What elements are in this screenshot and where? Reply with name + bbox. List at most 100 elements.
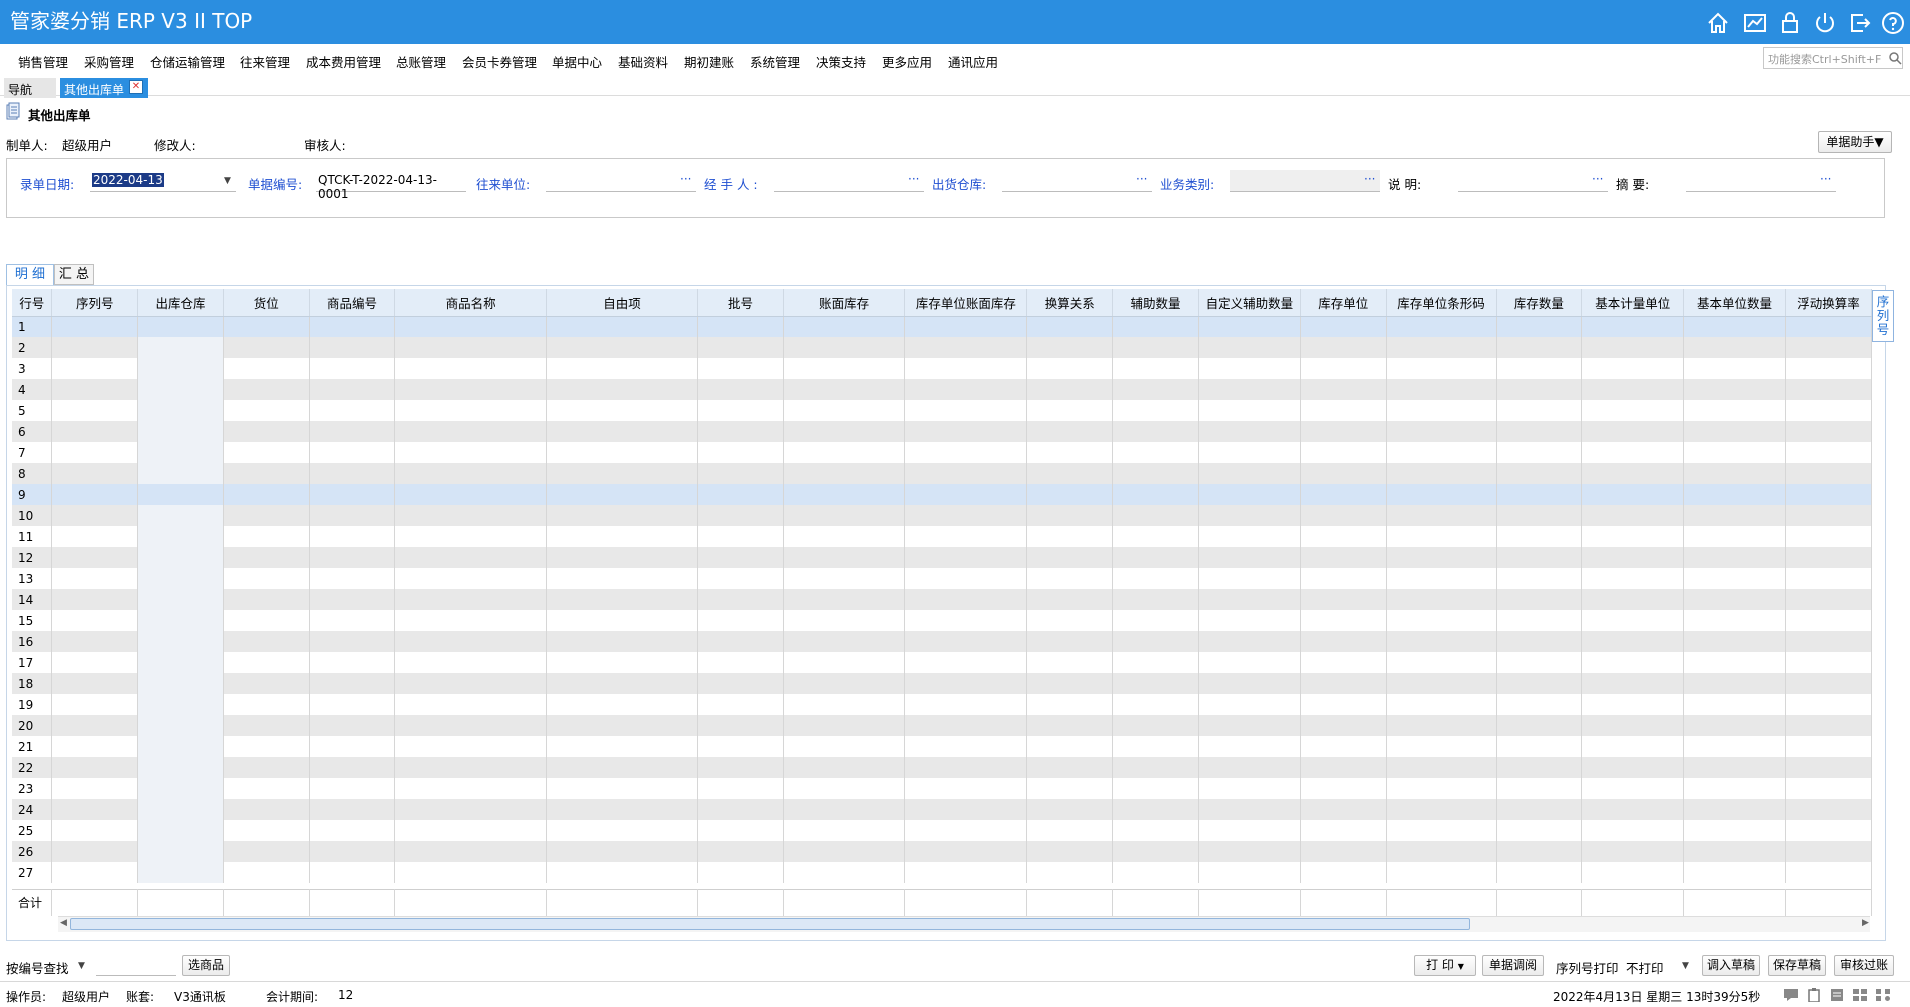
grid-cell[interactable] <box>51 463 139 484</box>
grid-cell[interactable] <box>1026 694 1114 715</box>
serial-number-side-tab[interactable]: 序列号 <box>1872 290 1894 342</box>
grid-cell[interactable] <box>1581 673 1685 694</box>
grid-cell[interactable] <box>546 652 699 673</box>
grid-cell[interactable] <box>1026 757 1114 778</box>
grid-cell[interactable] <box>546 820 699 841</box>
grid-cell[interactable] <box>546 463 699 484</box>
table-row[interactable]: 13 <box>12 568 1872 589</box>
clipboard-icon[interactable] <box>1806 988 1822 1003</box>
grid-cell[interactable] <box>697 442 784 463</box>
grid-cell[interactable] <box>1386 673 1497 694</box>
grid-cell[interactable] <box>1198 547 1301 568</box>
column-header[interactable]: 基本计量单位 <box>1581 289 1685 317</box>
menu-item[interactable]: 成本费用管理 <box>306 52 381 71</box>
grid-cell[interactable] <box>1198 358 1301 379</box>
grid-cell[interactable] <box>1496 862 1583 883</box>
grid-cell[interactable] <box>783 547 906 568</box>
grid-cell[interactable] <box>1785 715 1872 736</box>
grid-cell[interactable] <box>1300 778 1387 799</box>
grid-cell[interactable] <box>1026 715 1114 736</box>
grid-cell[interactable] <box>1300 484 1387 505</box>
grid-cell[interactable] <box>137 841 224 862</box>
grid-cell[interactable] <box>1683 757 1786 778</box>
grid-cell[interactable] <box>1300 463 1387 484</box>
grid-cell[interactable] <box>1386 379 1497 400</box>
grid-cell[interactable] <box>137 757 224 778</box>
warehouse-field[interactable] <box>1002 170 1152 192</box>
grid-cell[interactable] <box>1581 442 1685 463</box>
grid-cell[interactable] <box>1300 589 1387 610</box>
grid-cell[interactable] <box>223 736 310 757</box>
grid-cell[interactable] <box>223 568 310 589</box>
grid-cell[interactable] <box>394 736 547 757</box>
grid-cell[interactable] <box>394 778 547 799</box>
grid-cell[interactable] <box>1026 799 1114 820</box>
grid-cell[interactable] <box>1198 715 1301 736</box>
grid-cell[interactable] <box>394 337 547 358</box>
grid-cell[interactable] <box>309 778 396 799</box>
grid-cell[interactable] <box>1496 631 1583 652</box>
grid-cell[interactable] <box>223 379 310 400</box>
grid-cell[interactable] <box>1581 589 1685 610</box>
grid-cell[interactable] <box>1026 547 1114 568</box>
grid-cell[interactable] <box>697 463 784 484</box>
grid-cell[interactable] <box>51 841 139 862</box>
table-row[interactable]: 8 <box>12 463 1872 484</box>
column-header[interactable]: 商品名称 <box>394 289 547 317</box>
tab-detail[interactable]: 明 细 <box>6 264 54 285</box>
grid-cell[interactable] <box>697 736 784 757</box>
grid-cell[interactable] <box>1112 568 1199 589</box>
grid-cell[interactable] <box>697 484 784 505</box>
grid-cell[interactable] <box>783 757 906 778</box>
grid-cell[interactable] <box>904 337 1028 358</box>
grid-cell[interactable] <box>1581 652 1685 673</box>
grid-cell[interactable] <box>904 715 1028 736</box>
tab-navigation[interactable]: 导航 <box>4 78 56 98</box>
grid-cell[interactable] <box>1496 442 1583 463</box>
grid-cell[interactable] <box>1785 631 1872 652</box>
grid-cell[interactable] <box>546 337 699 358</box>
grid-cell[interactable] <box>223 799 310 820</box>
menu-item[interactable]: 期初建账 <box>684 52 734 71</box>
grid-cell[interactable] <box>309 442 396 463</box>
grid-cell[interactable] <box>51 589 139 610</box>
grid-cell[interactable] <box>223 841 310 862</box>
grid-cell[interactable] <box>546 589 699 610</box>
grid-cell[interactable] <box>1300 757 1387 778</box>
grid-cell[interactable] <box>51 694 139 715</box>
grid-cell[interactable] <box>1300 421 1387 442</box>
grid-cell[interactable] <box>137 589 224 610</box>
menu-item[interactable]: 基础资料 <box>618 52 668 71</box>
grid-cell[interactable] <box>1683 358 1786 379</box>
grid-cell[interactable] <box>1112 652 1199 673</box>
grid-cell[interactable] <box>394 673 547 694</box>
grid-cell[interactable] <box>546 736 699 757</box>
close-tab-icon[interactable]: ✕ <box>129 80 143 94</box>
column-header[interactable]: 辅助数量 <box>1112 289 1199 317</box>
grid-cell[interactable] <box>783 841 906 862</box>
grid-cell[interactable] <box>394 610 547 631</box>
grid-cell[interactable] <box>1198 379 1301 400</box>
table-row[interactable]: 12 <box>12 547 1872 568</box>
grid-cell[interactable] <box>1581 757 1685 778</box>
grid-cell[interactable] <box>697 694 784 715</box>
table-row[interactable]: 23 <box>12 778 1872 799</box>
grid-cell[interactable] <box>1112 820 1199 841</box>
grid-cell[interactable] <box>309 589 396 610</box>
grid-cell[interactable] <box>1683 778 1786 799</box>
grid-cell[interactable] <box>309 484 396 505</box>
grid-cell[interactable] <box>1785 337 1872 358</box>
grid-cell[interactable] <box>783 862 906 883</box>
grid-cell[interactable] <box>51 736 139 757</box>
grid-cell[interactable] <box>51 568 139 589</box>
grid-cell[interactable] <box>697 841 784 862</box>
grid-cell[interactable] <box>1198 337 1301 358</box>
grid-cell[interactable] <box>1300 547 1387 568</box>
summary-picker-icon[interactable]: ··· <box>1820 172 1831 186</box>
tab-summary[interactable]: 汇 总 <box>54 264 94 285</box>
biztype-field[interactable] <box>1230 170 1380 192</box>
grid-cell[interactable] <box>1581 526 1685 547</box>
grid-cell[interactable] <box>1386 820 1497 841</box>
grid-cell[interactable] <box>309 358 396 379</box>
grid-cell[interactable] <box>51 379 139 400</box>
